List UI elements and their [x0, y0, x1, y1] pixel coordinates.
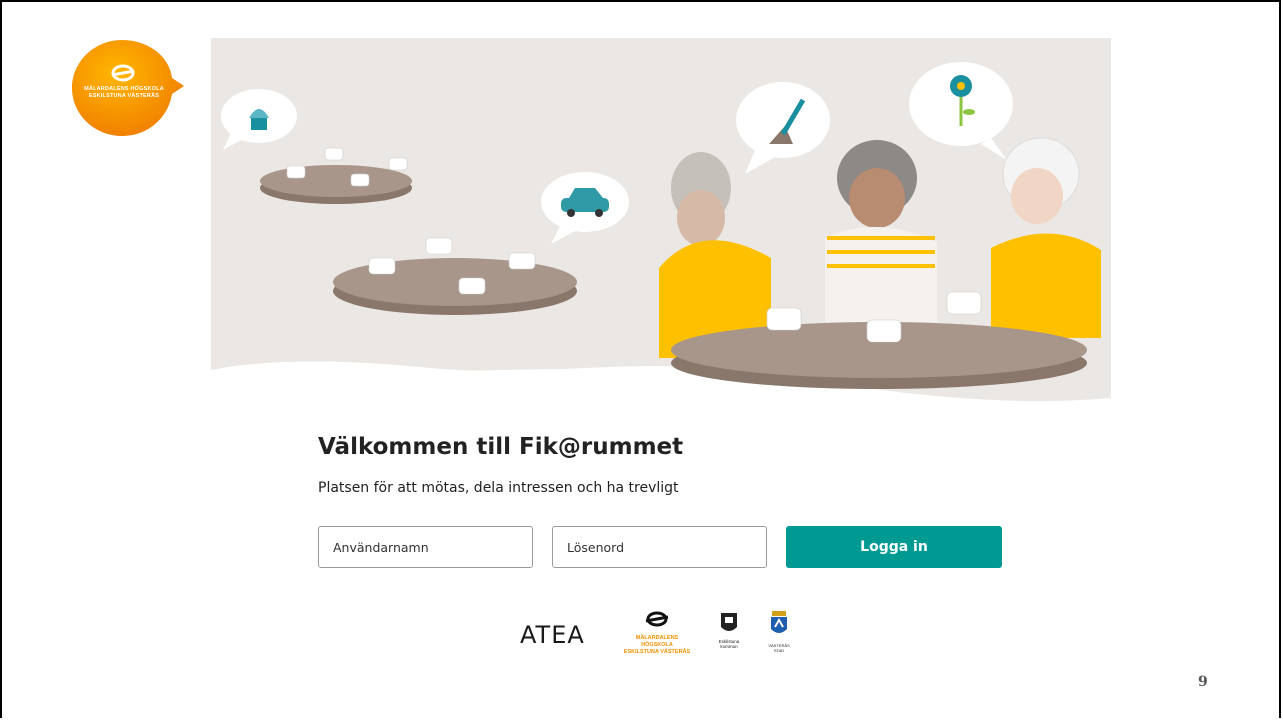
eskilstuna-logo: Eskilstuna kommun — [714, 611, 744, 649]
vasteras-logo: VÄSTERÅS STAD — [764, 611, 794, 653]
eskilstuna-line2: kommun — [720, 644, 738, 649]
logo-name-line2: ESKILSTUNA VÄSTERÅS — [88, 93, 160, 99]
mdh-partner-logo: MÄLARDALENS HÖGSKOLA ESKILSTUNA VÄSTERÅS — [620, 611, 694, 656]
mdh-partner-line1: MÄLARDALENS HÖGSKOLA — [635, 635, 679, 648]
login-button[interactable]: Logga in — [786, 526, 1002, 568]
hero-illustration — [211, 38, 1111, 410]
mdh-mark-icon — [645, 611, 669, 627]
vasteras-crest-icon — [771, 611, 787, 633]
slide-page-number: 9 — [1198, 674, 1208, 690]
eskilstuna-crest-icon — [721, 613, 737, 631]
page-title: Välkommen till Fik@rummet — [318, 434, 684, 460]
logo-name-line1: MÄLARDALENS HÖGSKOLA — [84, 86, 164, 92]
mdh-logo: MÄLARDALENS HÖGSKOLA ESKILSTUNA VÄSTERÅS — [66, 38, 186, 138]
partner-logos: ATEA MÄLARDALENS HÖGSKOLA ESKILSTUNA VÄS… — [520, 605, 820, 655]
page-subtitle: Platsen för att mötas, dela intressen oc… — [318, 480, 679, 496]
atea-logo: ATEA — [520, 621, 585, 649]
mdh-partner-line2: ESKILSTUNA VÄSTERÅS — [623, 649, 691, 655]
username-input[interactable] — [318, 526, 533, 568]
vasteras-text: VÄSTERÅS STAD — [768, 643, 790, 653]
password-input[interactable] — [552, 526, 767, 568]
